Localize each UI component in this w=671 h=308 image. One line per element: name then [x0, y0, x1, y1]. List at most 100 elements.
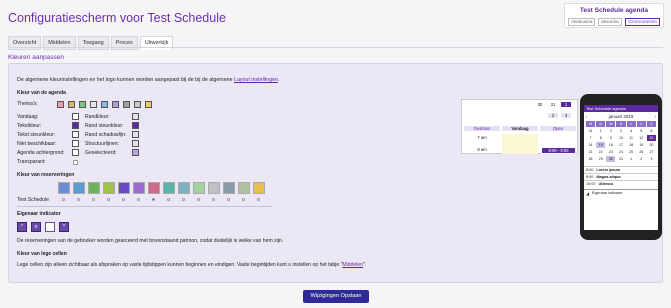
calendar-date[interactable]: 21: [586, 149, 595, 155]
reservation-radio[interactable]: [182, 198, 185, 201]
agenda-color-swatch[interactable]: [72, 122, 79, 129]
calendar-date[interactable]: 22: [596, 149, 605, 155]
calendar-date[interactable]: 4: [627, 128, 636, 134]
theme-swatch[interactable]: [68, 101, 75, 108]
calendar-date[interactable]: 9: [606, 135, 615, 141]
calendar-date[interactable]: 2: [637, 156, 646, 162]
phone-event[interactable]: 9:00 Magna aliqua: [584, 173, 658, 180]
agenda-color-label: Rand schaduwlijn:: [85, 132, 127, 138]
view-button[interactable]: BEKIJKEN: [598, 18, 622, 26]
phone-event[interactable]: 8:00 Lorem ipsum: [584, 166, 658, 173]
reservation-radio[interactable]: [227, 198, 230, 201]
agenda-color-swatch[interactable]: [72, 140, 79, 147]
agenda-color-swatch[interactable]: [132, 140, 139, 147]
configure-button[interactable]: CONFIGUREREN: [624, 18, 660, 26]
agenda-color-swatch[interactable]: [132, 149, 139, 156]
reservation-radio[interactable]: [62, 198, 65, 201]
owner-indicator-option[interactable]: *: [59, 222, 69, 232]
theme-swatch[interactable]: [145, 101, 152, 108]
calendar-date[interactable]: 10: [616, 135, 625, 141]
reservation-color-swatch[interactable]: [193, 182, 205, 194]
calendar-date[interactable]: 29: [596, 156, 605, 162]
agenda-color-swatch[interactable]: [132, 131, 139, 138]
calendar-date[interactable]: 1: [627, 156, 636, 162]
weekday-label: M: [586, 121, 596, 127]
reservation-color-swatch[interactable]: [208, 182, 220, 194]
calendar-date[interactable]: 18: [627, 142, 636, 148]
save-button[interactable]: Wijzigingen Opslaan: [303, 290, 369, 303]
reservation-color-swatch[interactable]: [133, 182, 145, 194]
calendar-date[interactable]: 8: [596, 135, 605, 141]
reservation-radio[interactable]: [152, 198, 155, 201]
middelen-link[interactable]: Middelen: [342, 262, 363, 268]
owner-indicator-option[interactable]: [45, 222, 55, 232]
calendar-date[interactable]: 23: [606, 149, 615, 155]
theme-swatch[interactable]: [79, 101, 86, 108]
calendar-date[interactable]: 17: [616, 142, 625, 148]
calendar-date[interactable]: 2: [606, 128, 615, 134]
day-num: 1: [561, 102, 571, 107]
reservation-radio[interactable]: [197, 198, 200, 201]
reservation-color-swatch[interactable]: [148, 182, 160, 194]
calendar-date[interactable]: 28: [586, 156, 595, 162]
calendar-date[interactable]: 3: [616, 128, 625, 134]
transparent-checkbox[interactable]: [73, 160, 78, 165]
agenda-color-swatch[interactable]: [132, 122, 139, 129]
reservation-radio[interactable]: [167, 198, 170, 201]
use-button[interactable]: GEBRUIKEN: [568, 18, 596, 26]
agenda-color-swatch[interactable]: [132, 113, 139, 120]
calendar-date[interactable]: 13: [646, 135, 656, 141]
theme-swatch[interactable]: [123, 101, 130, 108]
reservation-radio[interactable]: [122, 198, 125, 201]
calendar-date[interactable]: 30: [606, 156, 616, 162]
event-title: Magna aliqua: [596, 175, 621, 179]
reservation-color-swatch[interactable]: [58, 182, 70, 194]
calendar-date[interactable]: 25: [627, 149, 636, 155]
calendar-date[interactable]: 20: [647, 142, 656, 148]
calendar-date[interactable]: 15: [596, 142, 606, 148]
theme-swatch[interactable]: [90, 101, 97, 108]
reservation-color-swatch[interactable]: [88, 182, 100, 194]
calendar-date[interactable]: 14: [586, 142, 595, 148]
calendar-date[interactable]: 24: [616, 149, 625, 155]
reservation-color-swatch[interactable]: [238, 182, 250, 194]
agenda-color-swatch[interactable]: [72, 149, 79, 156]
reservation-color-swatch[interactable]: [163, 182, 175, 194]
calendar-date[interactable]: 26: [637, 149, 646, 155]
calendar-date[interactable]: 31: [586, 128, 595, 134]
calendar-date[interactable]: 6: [647, 128, 656, 134]
reservation-color-swatch[interactable]: [178, 182, 190, 194]
agenda-color-swatch[interactable]: [72, 131, 79, 138]
reservation-radio[interactable]: [257, 198, 260, 201]
calendar-date[interactable]: 7: [586, 135, 595, 141]
reservation-color-swatch[interactable]: [118, 182, 130, 194]
owner-indicator-option[interactable]: *: [17, 222, 27, 232]
theme-swatch[interactable]: [101, 101, 108, 108]
calendar-date[interactable]: 12: [637, 135, 646, 141]
theme-swatch[interactable]: [57, 101, 64, 108]
phone-event[interactable]: 10:00 Ullamco: [584, 180, 658, 187]
reservation-color-swatch[interactable]: [73, 182, 85, 194]
calendar-date[interactable]: 11: [627, 135, 636, 141]
calendar-date[interactable]: 3: [647, 156, 656, 162]
calendar-date[interactable]: 27: [647, 149, 656, 155]
calendar-date[interactable]: 31: [616, 156, 625, 162]
calendar-date[interactable]: 16: [606, 142, 615, 148]
reservation-color-swatch[interactable]: [253, 182, 265, 194]
theme-swatch[interactable]: [112, 101, 119, 108]
calendar-date[interactable]: 5: [637, 128, 646, 134]
layout-link[interactable]: Layout instellingen: [234, 77, 278, 83]
reservation-radio[interactable]: [107, 198, 110, 201]
reservation-radio[interactable]: [77, 198, 80, 201]
owner-indicator-option[interactable]: o: [31, 222, 41, 232]
calendar-date[interactable]: 19: [637, 142, 646, 148]
reservation-color-swatch[interactable]: [103, 182, 115, 194]
reservation-radio[interactable]: [92, 198, 95, 201]
agenda-color-swatch[interactable]: [72, 113, 79, 120]
calendar-date[interactable]: 1: [596, 128, 605, 134]
reservation-radio[interactable]: [212, 198, 215, 201]
reservation-radio[interactable]: [137, 198, 140, 201]
reservation-color-swatch[interactable]: [223, 182, 235, 194]
reservation-radio[interactable]: [242, 198, 245, 201]
theme-swatch[interactable]: [134, 101, 141, 108]
